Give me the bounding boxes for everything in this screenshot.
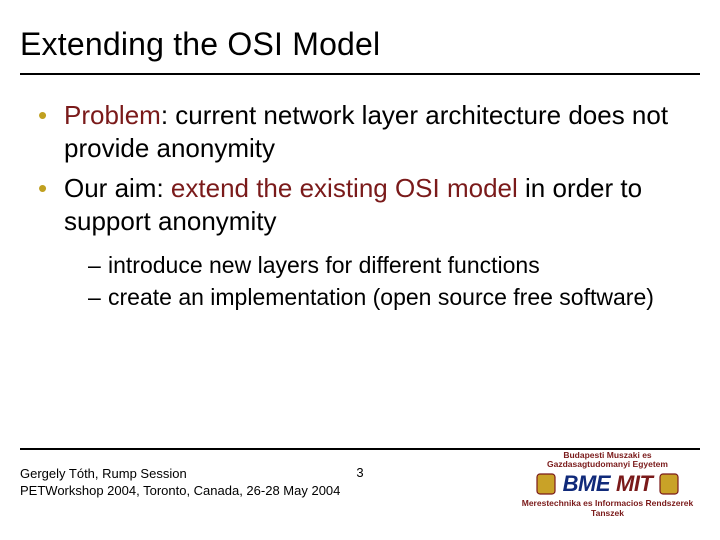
logo-top-text: Budapesti Muszaki es Gazdasagtudomanyi E…: [515, 451, 700, 469]
logo: Budapesti Muszaki es Gazdasagtudomanyi E…: [515, 451, 700, 518]
bullet-2-highlight: extend the existing OSI model: [171, 173, 518, 203]
sub-bullet-2: create an implementation (open source fr…: [88, 282, 690, 312]
bullet-2: Our aim: extend the existing OSI model i…: [36, 172, 690, 239]
logo-bme-text: BME: [563, 471, 610, 497]
logo-row: BME MIT: [515, 471, 700, 497]
logo-top-line2: Gazdasagtudomanyi Egyetem: [547, 459, 668, 469]
slide-title: Extending the OSI Model: [0, 0, 720, 73]
sub-bullet-1: introduce new layers for different funct…: [88, 250, 690, 280]
logo-mit-text: MIT: [616, 471, 652, 497]
bullet-2-pre: Our aim:: [64, 173, 171, 203]
sub-bullets: introduce new layers for different funct…: [36, 250, 690, 313]
content-area: Problem: current network layer architect…: [0, 75, 720, 313]
bullet-1: Problem: current network layer architect…: [36, 99, 690, 166]
bullet-1-colon: :: [161, 100, 175, 130]
logo-crest-icon-right: [658, 472, 680, 496]
logo-crest-icon: [535, 472, 557, 496]
footer-line-2: PETWorkshop 2004, Toronto, Canada, 26-28…: [20, 483, 340, 500]
logo-bottom-text: Merestechnika es Informacios Rendszerek …: [515, 498, 700, 518]
bullet-1-lead: Problem: [64, 100, 161, 130]
